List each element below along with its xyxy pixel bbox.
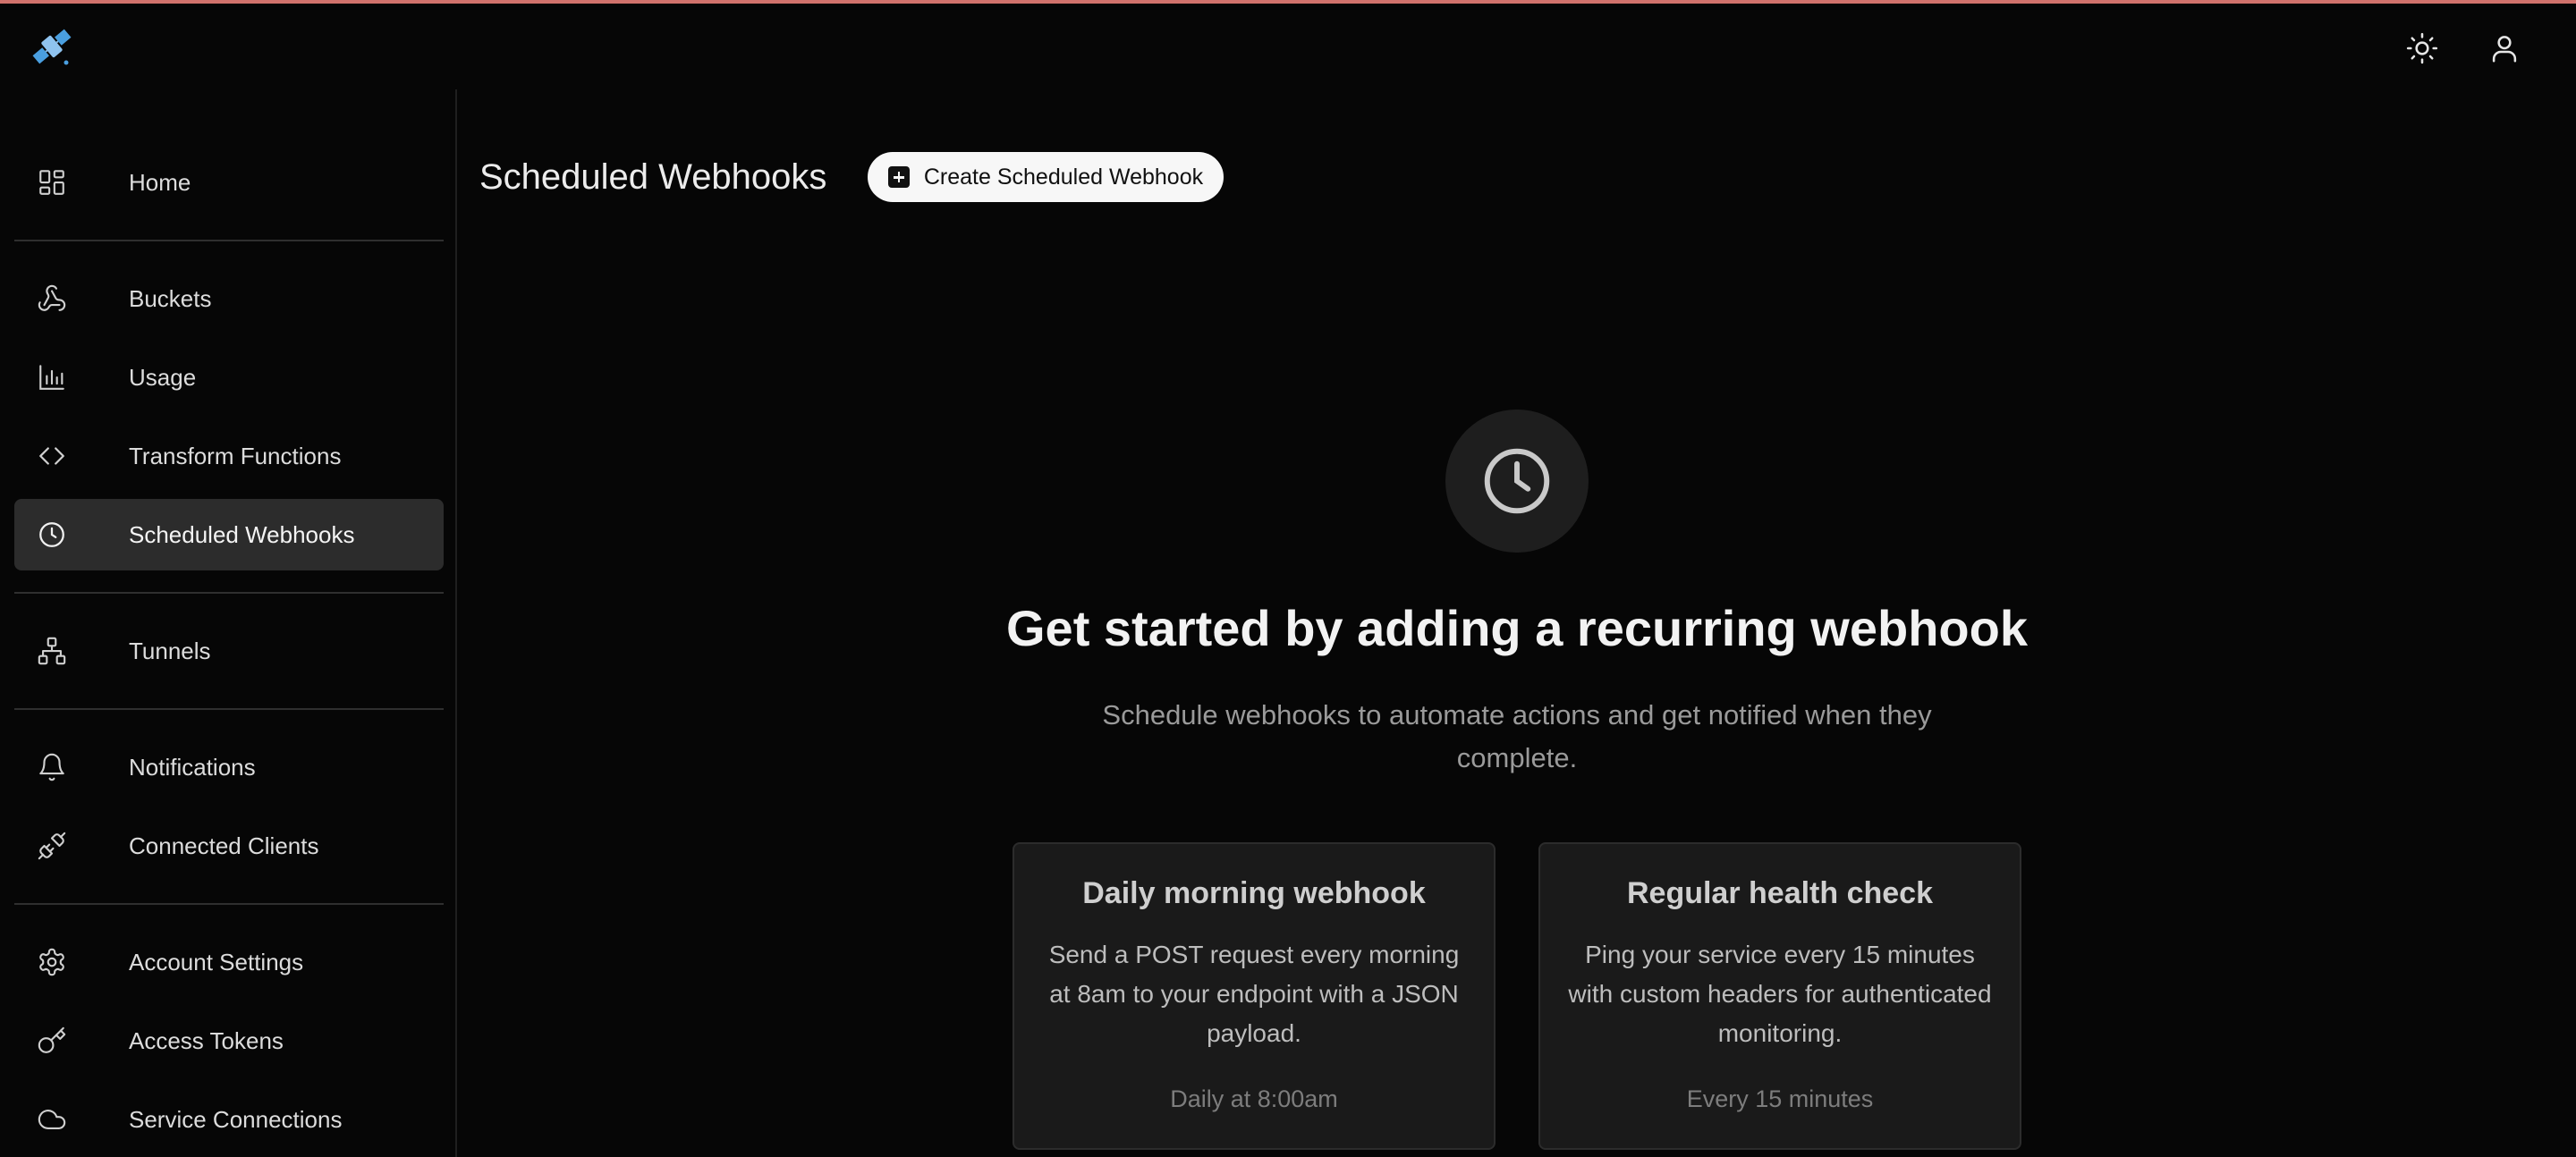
sidebar-item-label: Scheduled Webhooks [129, 520, 355, 548]
card-title: Daily morning webhook [1082, 876, 1426, 910]
sun-icon[interactable] [2402, 29, 2442, 68]
bell-icon [34, 749, 70, 785]
sidebar-item-label: Service Connections [129, 1105, 343, 1133]
clock-icon [34, 517, 70, 553]
sidebar-item-notifications[interactable]: Notifications [14, 731, 444, 803]
sidebar-item-label: Buckets [129, 284, 212, 312]
plus-square-icon [887, 166, 910, 188]
create-button-label: Create Scheduled Webhook [923, 164, 1204, 190]
sidebar-item-label: Notifications [129, 753, 256, 781]
plug-icon [34, 828, 70, 864]
card-description: Send a POST request every morning at 8am… [1048, 941, 1460, 1047]
user-icon[interactable] [2485, 29, 2524, 68]
sidebar-item-label: Usage [129, 363, 197, 391]
sidebar-item-usage[interactable]: Usage [14, 342, 444, 413]
gear-icon [34, 944, 70, 980]
top-bar [0, 4, 2576, 89]
sidebar-item-label: Access Tokens [129, 1026, 284, 1054]
sidebar-item-buckets[interactable]: Buckets [14, 263, 444, 334]
sidebar-item-label: Account Settings [129, 948, 304, 975]
sidebar-item-label: Tunnels [129, 637, 211, 664]
page-title: Scheduled Webhooks [479, 157, 827, 197]
sidebar-item-service-connections[interactable]: Service Connections [14, 1084, 444, 1155]
empty-state-subtext: Schedule webhooks to automate actions an… [1102, 699, 1932, 773]
grid-icon [34, 165, 70, 200]
sidebar-divider [14, 592, 444, 594]
sidebar-item-label: Home [129, 168, 191, 196]
network-icon [34, 633, 70, 669]
sidebar-item-connected-clients[interactable]: Connected Clients [14, 810, 444, 882]
example-card-daily-morning[interactable]: Daily morning webhook Send a POST reques… [1013, 842, 1496, 1150]
sidebar-item-access-tokens[interactable]: Access Tokens [14, 1005, 444, 1077]
code-icon [34, 438, 70, 474]
sidebar-divider [14, 903, 444, 905]
cloud-icon [34, 1102, 70, 1137]
sidebar-border [455, 89, 457, 1157]
key-icon [34, 1023, 70, 1059]
card-schedule: Daily at 8:00am [1170, 1085, 1338, 1112]
card-title: Regular health check [1626, 876, 1933, 910]
example-card-health-check[interactable]: Regular health check Ping your service e… [1538, 842, 2021, 1150]
sidebar-item-account-settings[interactable]: Account Settings [14, 926, 444, 998]
empty-state-headline: Get started by adding a recurring webhoo… [1006, 600, 2028, 656]
create-scheduled-webhook-button[interactable]: Create Scheduled Webhook [868, 152, 1224, 202]
sidebar: Home Buckets Usage Transform Functions S… [0, 89, 456, 1157]
card-schedule: Every 15 minutes [1686, 1085, 1874, 1112]
sidebar-item-tunnels[interactable]: Tunnels [14, 615, 444, 687]
card-description: Ping your service every 15 minutes with … [1568, 941, 1992, 1047]
bar-chart-icon [34, 359, 70, 395]
sidebar-item-transform-functions[interactable]: Transform Functions [14, 420, 444, 492]
sidebar-item-scheduled-webhooks[interactable]: Scheduled Webhooks [14, 499, 444, 570]
sidebar-divider [14, 708, 444, 710]
webhook-icon [34, 281, 70, 317]
sidebar-item-label: Transform Functions [129, 442, 342, 469]
satellite-logo-icon[interactable] [29, 23, 75, 70]
sidebar-divider [14, 240, 444, 241]
sidebar-item-label: Connected Clients [129, 832, 319, 859]
sidebar-item-home[interactable]: Home [14, 147, 444, 218]
clock-icon [1445, 410, 1589, 553]
